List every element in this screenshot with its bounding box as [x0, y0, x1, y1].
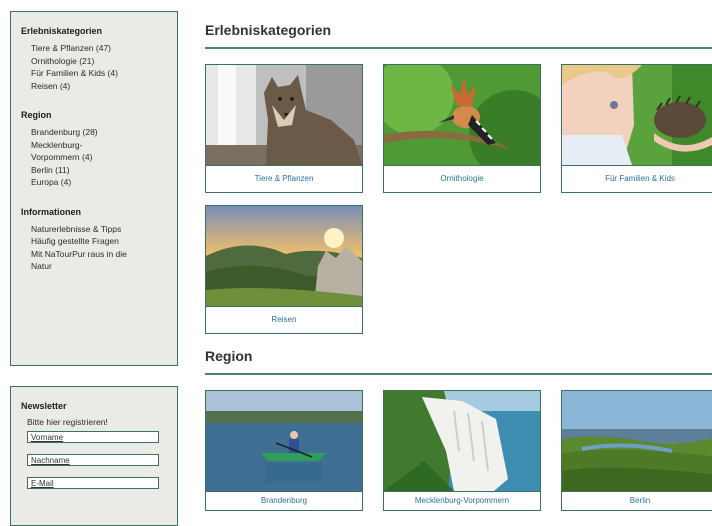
first-name-field[interactable]: [27, 431, 159, 443]
category-card-tiere-pflanzen[interactable]: Tiere & Pflanzen: [205, 64, 363, 193]
sidebar-item-familien-kids[interactable]: Für Familien & Kids (4): [31, 67, 167, 80]
region-divider: [205, 373, 712, 375]
info-title: Informationen: [21, 206, 81, 217]
wolf-image: [206, 65, 362, 165]
hoopoe-image: [384, 65, 540, 165]
region-list: Brandenburg (28) Mecklenburg- Vorpommern…: [31, 126, 167, 189]
newsletter-box: Newsletter Bitte hier registrieren!: [10, 386, 178, 526]
main-content: Erlebniskategorien Tiere & Pflanzen Orni…: [205, 0, 712, 511]
canoe-lake-image: [206, 391, 362, 491]
card-label: Mecklenburg-Vorpommern: [384, 491, 540, 510]
card-label: Tiere & Pflanzen: [206, 165, 362, 192]
card-label: Reisen: [206, 306, 362, 333]
sidebar-item-natourpur-1[interactable]: Mit NaTourPur raus in die: [31, 248, 167, 261]
sidebar-item-ornithologie[interactable]: Ornithologie (21): [31, 55, 167, 68]
sidebar-item-tiere-pflanzen[interactable]: Tiere & Pflanzen (47): [31, 42, 167, 55]
sidebar-item-vorpommern[interactable]: Vorpommern (4): [31, 151, 167, 164]
region-card-brandenburg[interactable]: Brandenburg: [205, 390, 363, 511]
email-field[interactable]: [27, 477, 159, 489]
sidebar-item-faq[interactable]: Häufig gestellte Fragen: [31, 235, 167, 248]
region-title: Region: [21, 110, 52, 120]
categories-heading: Erlebniskategorien: [205, 22, 332, 38]
berlin-forest-image: [562, 391, 712, 491]
card-label: Berlin: [562, 491, 712, 510]
info-list: Naturerlebnisse & Tipps Häufig gestellte…: [31, 223, 167, 273]
sidebar-item-natourpur-2[interactable]: Natur: [31, 260, 167, 273]
categories-list: Tiere & Pflanzen (47) Ornithologie (21) …: [31, 42, 167, 92]
last-name-field[interactable]: [27, 454, 159, 466]
category-card-reisen[interactable]: Reisen: [205, 205, 363, 334]
mountain-sunset-image: [206, 206, 362, 306]
card-label: Ornithologie: [384, 165, 540, 192]
sidebar-item-europa[interactable]: Europa (4): [31, 176, 167, 189]
region-card-mecklenburg-vorpommern[interactable]: Mecklenburg-Vorpommern: [383, 390, 541, 511]
chalk-cliffs-image: [384, 391, 540, 491]
region-card-berlin[interactable]: Berlin: [561, 390, 712, 511]
sidebar-nav-box: Erlebniskategorien Tiere & Pflanzen (47)…: [10, 11, 178, 366]
sidebar-item-berlin[interactable]: Berlin (11): [31, 164, 167, 177]
category-card-familien-kids[interactable]: Für Familien & Kids: [561, 64, 712, 193]
category-card-ornithologie[interactable]: Ornithologie: [383, 64, 541, 193]
sidebar: Erlebniskategorien Tiere & Pflanzen (47)…: [10, 11, 178, 526]
sidebar-item-brandenburg[interactable]: Brandenburg (28): [31, 126, 167, 139]
categories-divider: [205, 47, 712, 49]
newsletter-title: Newsletter: [21, 401, 67, 411]
sidebar-item-reisen[interactable]: Reisen (4): [31, 80, 167, 93]
card-label: Für Familien & Kids: [562, 165, 712, 192]
categories-title: Erlebniskategorien: [21, 26, 103, 36]
child-hedgehog-image: [562, 65, 712, 165]
region-heading: Region: [205, 348, 253, 364]
card-label: Brandenburg: [206, 491, 362, 510]
newsletter-intro: Bitte hier registrieren!: [27, 417, 108, 427]
sidebar-item-naturerlebnisse[interactable]: Naturerlebnisse & Tipps: [31, 223, 167, 236]
sidebar-item-mecklenburg[interactable]: Mecklenburg-: [31, 139, 167, 152]
